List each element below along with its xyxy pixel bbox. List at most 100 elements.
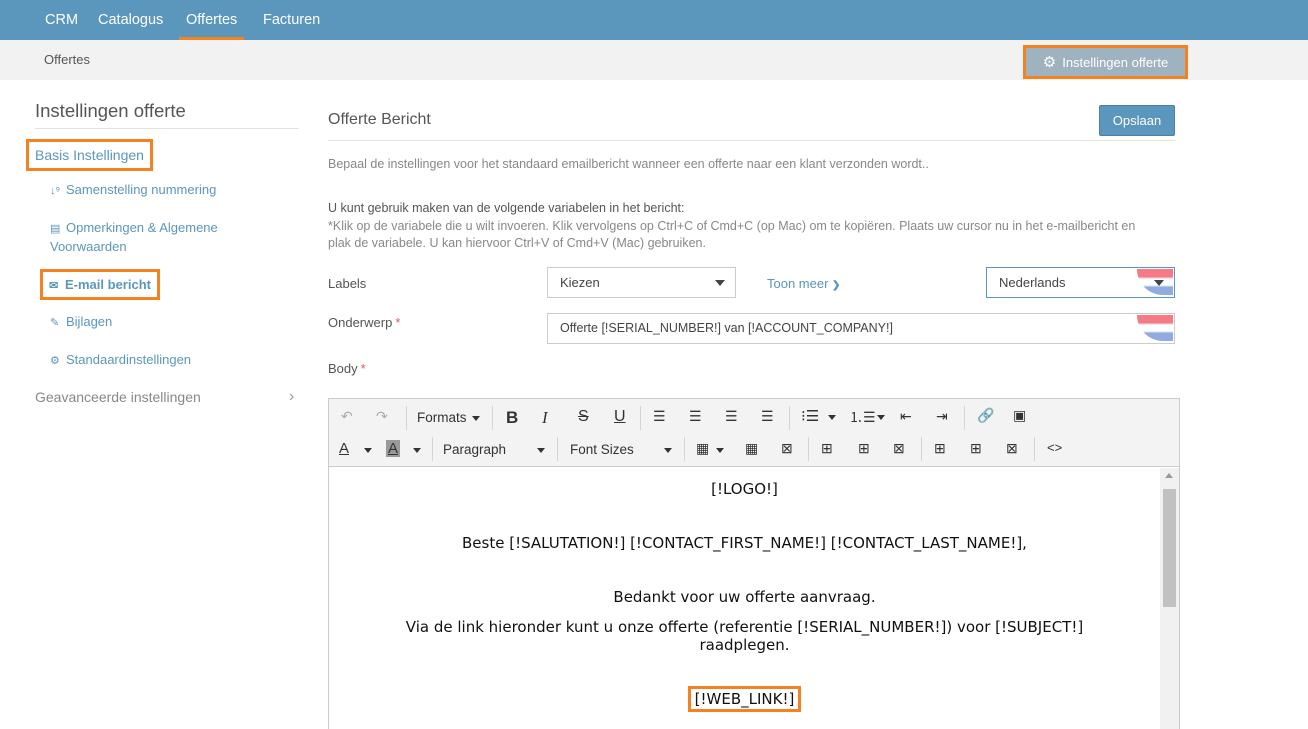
content-via-link-continued: raadplegen. [699,636,790,654]
indent-icon[interactable]: ⇥ [936,408,948,425]
language-select[interactable]: Nederlands [986,267,1175,298]
body-label-text: Body [328,361,358,376]
formats-dropdown[interactable]: Formats [417,410,480,425]
insert-column-before-icon[interactable]: ⊞ [934,440,946,457]
paragraph-dropdown[interactable]: Paragraph [443,442,548,457]
dutch-flag-icon [1137,315,1173,341]
labels-select-value: Kiezen [560,275,600,290]
variables-intro: U kunt gebruik maken van de volgende var… [328,201,685,215]
editor-content-area[interactable]: [!LOGO!] Beste [!SALUTATION!] [!CONTACT_… [329,468,1160,729]
font-sizes-dropdown[interactable]: Font Sizes [570,442,675,457]
background-color-icon[interactable]: A [386,440,401,457]
body-label: Body * [328,361,366,376]
labels-select[interactable]: Kiezen [547,267,736,298]
top-navigation: CRM Catalogus Offertes Facturen [0,0,1308,40]
sidebar-item-label: Opmerkingen & Algemene Voorwaarden [50,220,218,254]
delete-column-icon[interactable]: ⊠ [1006,440,1018,457]
rich-text-editor: ↶ ↷ Formats B I S U ☰ ☰ ☰ ☰ ⁝☰ ⒈☰ ⇤ ⇥ 🔗 … [328,398,1180,729]
strikethrough-icon[interactable]: S [578,408,589,426]
description-text: Bepaal de instellingen voor het standaar… [328,157,929,171]
font-sizes-label: Font Sizes [570,442,634,457]
subject-input[interactable]: Offerte [!SERIAL_NUMBER!] van [!ACCOUNT_… [547,313,1175,344]
sidebar-item-bijlagen[interactable]: ✎ Bijlagen [50,313,112,332]
nav-facturen[interactable]: Facturen [263,0,320,40]
sidebar-basis-instellingen[interactable]: Basis Instellingen [26,139,153,171]
link-icon[interactable]: 🔗 [977,407,994,424]
editor-toolbar: ↶ ↷ Formats B I S U ☰ ☰ ☰ ☰ ⁝☰ ⒈☰ ⇤ ⇥ 🔗 … [329,399,1179,467]
envelope-icon: ✉ [49,280,59,292]
nav-crm[interactable]: CRM [45,0,78,40]
subject-label: Onderwerp * [328,315,400,330]
editor-scrollbar[interactable] [1160,468,1179,729]
sort-numeric-icon: ↓⁹ [50,185,61,197]
source-code-icon[interactable]: <> [1047,440,1062,455]
nav-offertes[interactable]: Offertes [178,0,245,40]
sidebar-title: Instellingen offerte [35,100,186,121]
toolbar-separator [808,437,809,461]
content-greeting: Beste [!SALUTATION!] [!CONTACT_FIRST_NAM… [462,534,1027,552]
chevron-down-icon: ❯ [832,280,841,291]
text-color-icon[interactable]: A [339,440,349,457]
sidebar-geavanceerde-instellingen[interactable]: Geavanceerde instellingen [35,389,201,405]
align-right-icon[interactable]: ☰ [725,408,738,425]
instellingen-offerte-label: Instellingen offerte [1062,54,1169,70]
insert-row-before-icon[interactable]: ⊞ [821,440,833,457]
caret-down-icon [715,280,725,286]
redo-icon[interactable]: ↷ [376,408,388,425]
toon-meer-label: Toon meer [767,276,829,291]
numbered-list-icon[interactable]: ⒈☰ [849,407,876,427]
page-title: Offerte Bericht [328,111,431,128]
title-divider [328,140,1175,141]
bullet-list-icon[interactable]: ⁝☰ [801,407,819,425]
align-justify-icon[interactable]: ☰ [761,408,774,425]
caret-down-icon[interactable] [877,415,885,420]
caret-down-icon[interactable] [413,448,421,453]
paperclip-icon: ✎ [50,317,60,329]
caret-down-icon [1154,280,1164,286]
chevron-right-icon[interactable]: › [289,388,294,406]
caret-down-icon [664,448,672,453]
subject-input-value: Offerte [!SERIAL_NUMBER!] van [!ACCOUNT_… [560,321,893,335]
insert-column-after-icon[interactable]: ⊞ [970,440,982,457]
table-icon[interactable]: ▦ [696,440,709,457]
variables-help: U kunt gebruik maken van de volgende var… [328,200,1148,253]
toolbar-separator [406,406,407,430]
delete-row-icon[interactable]: ⊠ [893,440,905,457]
nav-catalogus[interactable]: Catalogus [98,0,163,40]
content-logo: [!LOGO!] [711,480,778,498]
sidebar-item-opmerkingen[interactable]: ▤ Opmerkingen & Algemene Voorwaarden [50,219,250,256]
caret-down-icon [537,448,545,453]
toolbar-separator [921,437,922,461]
sidebar-item-email-bericht[interactable]: ✉ E-mail bericht [40,269,160,300]
sidebar-item-samenstelling[interactable]: ↓⁹ Samenstelling nummering [50,181,216,200]
scrollbar-thumb[interactable] [1163,489,1176,607]
paragraph-label: Paragraph [443,442,507,457]
align-center-icon[interactable]: ☰ [689,408,702,425]
save-button[interactable]: Opslaan [1099,105,1175,136]
bold-icon[interactable]: B [506,408,518,428]
insert-row-after-icon[interactable]: ⊞ [858,440,870,457]
italic-icon[interactable]: I [542,408,548,428]
caret-down-icon[interactable] [364,448,372,453]
outdent-icon[interactable]: ⇤ [900,408,912,425]
language-select-value: Nederlands [999,275,1066,290]
sidebar-item-label: Bijlagen [66,314,113,329]
align-left-icon[interactable]: ☰ [653,408,666,425]
undo-icon[interactable]: ↶ [341,408,353,425]
toolbar-separator [492,406,493,430]
scroll-up-arrow-icon[interactable] [1165,473,1173,478]
image-icon[interactable]: ▣ [1013,407,1026,424]
sidebar-item-standaardinstellingen[interactable]: ⚙ Standaardinstellingen [50,351,191,370]
delete-table-icon[interactable]: ⊠ [781,440,793,457]
caret-down-icon[interactable] [716,448,724,453]
caret-down-icon[interactable] [828,415,836,420]
table-properties-icon[interactable]: ▦ [745,440,758,457]
sidebar-divider [35,128,299,129]
underline-icon[interactable]: U [614,408,626,426]
caret-down-icon [471,415,480,421]
instellingen-offerte-button[interactable]: ⚙ Instellingen offerte [1023,45,1188,79]
content-via-link: Via de link hieronder kunt u onze offert… [405,618,1084,636]
toon-meer-link[interactable]: Toon meer ❯ [767,276,840,291]
toolbar-separator [640,406,641,430]
toolbar-separator [1034,437,1035,461]
